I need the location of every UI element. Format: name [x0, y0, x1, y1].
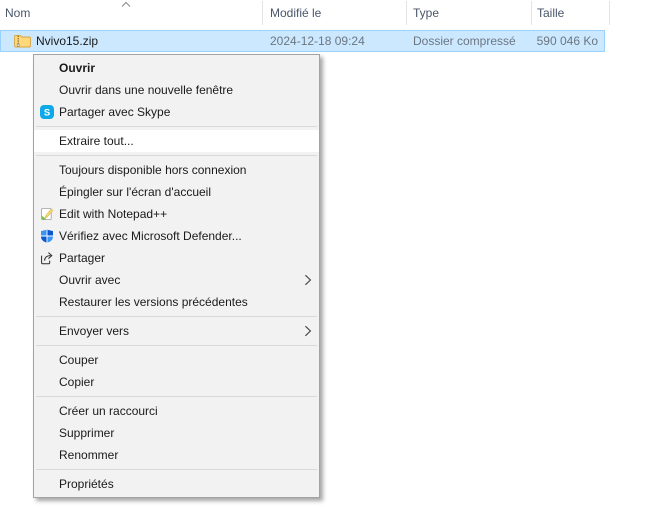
- file-list-header: Nom Modifié le Type Taille: [0, 0, 660, 26]
- column-header-type[interactable]: Type: [408, 0, 533, 26]
- menu-item-creer-un-raccourci[interactable]: Créer un raccourci: [34, 400, 319, 422]
- menu-item-label: Envoyer vers: [59, 324, 129, 338]
- defender-icon: [40, 229, 54, 243]
- file-size: 590 046 Ko: [537, 31, 598, 51]
- menu-item-label: Renommer: [59, 448, 118, 462]
- column-header-taille[interactable]: Taille: [532, 0, 612, 26]
- menu-item-label: Partager avec Skype: [59, 105, 170, 119]
- menu-item-verifiez-avec-microsoft-defender[interactable]: Vérifiez avec Microsoft Defender...: [34, 225, 319, 247]
- menu-item-label: Épingler sur l'écran d'accueil: [59, 185, 211, 199]
- menu-item-label: Vérifiez avec Microsoft Defender...: [59, 229, 242, 243]
- column-header-nom[interactable]: Nom: [0, 0, 260, 26]
- menu-item-renommer[interactable]: Renommer: [34, 444, 319, 466]
- menu-item-epingler-sur-l-ecran-d-accueil[interactable]: Épingler sur l'écran d'accueil: [34, 181, 319, 203]
- menu-item-proprietes[interactable]: Propriétés: [34, 473, 319, 495]
- file-name: Nvivo15.zip: [36, 31, 98, 51]
- menu-item-label: Restaurer les versions précédentes: [59, 295, 248, 309]
- menu-separator: [36, 155, 317, 156]
- skype-icon: S: [40, 105, 54, 119]
- column-header-modifie-le[interactable]: Modifié le: [265, 0, 408, 26]
- menu-item-label: Supprimer: [59, 426, 114, 440]
- menu-item-label: Toujours disponible hors connexion: [59, 163, 246, 177]
- menu-item-partager-avec-skype[interactable]: S Partager avec Skype: [34, 101, 319, 123]
- context-menu: OuvrirOuvrir dans une nouvelle fenêtreSP…: [33, 54, 320, 498]
- menu-separator: [36, 126, 317, 127]
- menu-item-label: Partager: [59, 251, 105, 265]
- menu-separator: [36, 316, 317, 317]
- menu-item-label: Extraire tout...: [59, 134, 134, 148]
- chevron-right-icon: [304, 325, 312, 337]
- menu-item-ouvrir[interactable]: Ouvrir: [34, 57, 319, 79]
- menu-separator: [36, 396, 317, 397]
- menu-item-restaurer-les-versions-precedentes[interactable]: Restaurer les versions précédentes: [34, 291, 319, 313]
- menu-item-label: Propriétés: [59, 477, 114, 491]
- menu-item-supprimer[interactable]: Supprimer: [34, 422, 319, 444]
- menu-item-edit-with-notepad[interactable]: Edit with Notepad++: [34, 203, 319, 225]
- menu-item-label: Edit with Notepad++: [59, 207, 167, 221]
- column-divider: [262, 1, 263, 25]
- share-icon: [40, 251, 54, 265]
- menu-item-label: Copier: [59, 375, 94, 389]
- menu-item-label: Ouvrir dans une nouvelle fenêtre: [59, 83, 233, 97]
- menu-separator: [36, 345, 317, 346]
- menu-item-label: Couper: [59, 353, 98, 367]
- menu-item-label: Créer un raccourci: [59, 404, 158, 418]
- menu-item-label: Ouvrir avec: [59, 273, 120, 287]
- menu-item-envoyer-vers[interactable]: Envoyer vers: [34, 320, 319, 342]
- file-modified-date: 2024-12-18 09:24: [270, 31, 365, 51]
- column-divider: [406, 1, 407, 25]
- menu-item-label: Ouvrir: [59, 61, 95, 75]
- menu-separator: [36, 469, 317, 470]
- menu-item-copier[interactable]: Copier: [34, 371, 319, 393]
- menu-item-ouvrir-avec[interactable]: Ouvrir avec: [34, 269, 319, 291]
- menu-item-toujours-disponible-hors-connexion[interactable]: Toujours disponible hors connexion: [34, 159, 319, 181]
- explorer-window: Nom Modifié le Type Taille Nvivo15.zip 2…: [0, 0, 660, 507]
- chevron-right-icon: [304, 274, 312, 286]
- notepadpp-icon: [40, 207, 54, 221]
- column-divider: [531, 1, 532, 25]
- menu-item-extraire-tout[interactable]: Extraire tout...: [34, 130, 319, 152]
- file-type: Dossier compressé: [413, 31, 516, 51]
- menu-item-partager[interactable]: Partager: [34, 247, 319, 269]
- file-row-selected[interactable]: Nvivo15.zip 2024-12-18 09:24 Dossier com…: [0, 30, 605, 52]
- menu-item-couper[interactable]: Couper: [34, 349, 319, 371]
- menu-item-ouvrir-dans-une-nouvelle-fenetre[interactable]: Ouvrir dans une nouvelle fenêtre: [34, 79, 319, 101]
- column-divider: [609, 1, 610, 25]
- svg-text:S: S: [44, 108, 50, 119]
- zip-folder-icon: [14, 34, 31, 48]
